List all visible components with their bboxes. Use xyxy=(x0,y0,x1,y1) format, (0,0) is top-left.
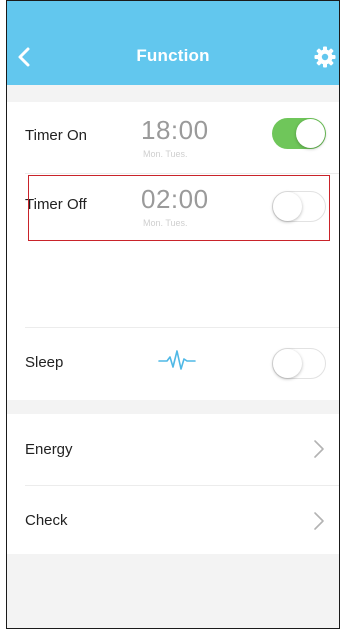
timer-on-label: Timer On xyxy=(25,127,87,144)
toggle-knob xyxy=(296,119,325,148)
sleep-toggle[interactable] xyxy=(272,348,326,379)
row-divider xyxy=(25,327,339,328)
timer-on-toggle[interactable] xyxy=(272,118,326,149)
screenshot-frame: Function Timer On 18:00 Mon. Tues. Timer… xyxy=(0,0,342,629)
energy-label[interactable]: Energy xyxy=(25,441,73,458)
timer-off-time[interactable]: 02:00 xyxy=(141,184,209,215)
menu-section: Energy Check xyxy=(7,414,339,554)
timer-off-label: Timer Off xyxy=(25,196,87,213)
timer-off-toggle[interactable] xyxy=(272,191,326,222)
gear-icon xyxy=(314,46,336,68)
sleep-label: Sleep xyxy=(25,354,64,371)
row-divider xyxy=(25,173,339,174)
chevron-right-icon[interactable] xyxy=(313,439,325,459)
chevron-right-icon[interactable] xyxy=(313,511,325,531)
toggle-knob xyxy=(273,349,302,378)
timer-off-days: Mon. Tues. xyxy=(143,218,188,228)
timer-on-days: Mon. Tues. xyxy=(143,149,188,159)
toggle-knob xyxy=(273,192,302,221)
sleep-section: Sleep xyxy=(7,259,339,400)
page-title: Function xyxy=(136,46,210,65)
timer-section: Timer On 18:00 Mon. Tues. Timer Off 02:0… xyxy=(7,102,339,259)
heartbeat-icon xyxy=(158,350,196,370)
header-bar: Function xyxy=(7,1,339,85)
check-label[interactable]: Check xyxy=(25,512,68,529)
row-divider xyxy=(25,485,339,486)
timer-on-time[interactable]: 18:00 xyxy=(141,115,209,146)
settings-button[interactable] xyxy=(313,45,337,69)
function-screen: Function Timer On 18:00 Mon. Tues. Timer… xyxy=(6,0,340,629)
